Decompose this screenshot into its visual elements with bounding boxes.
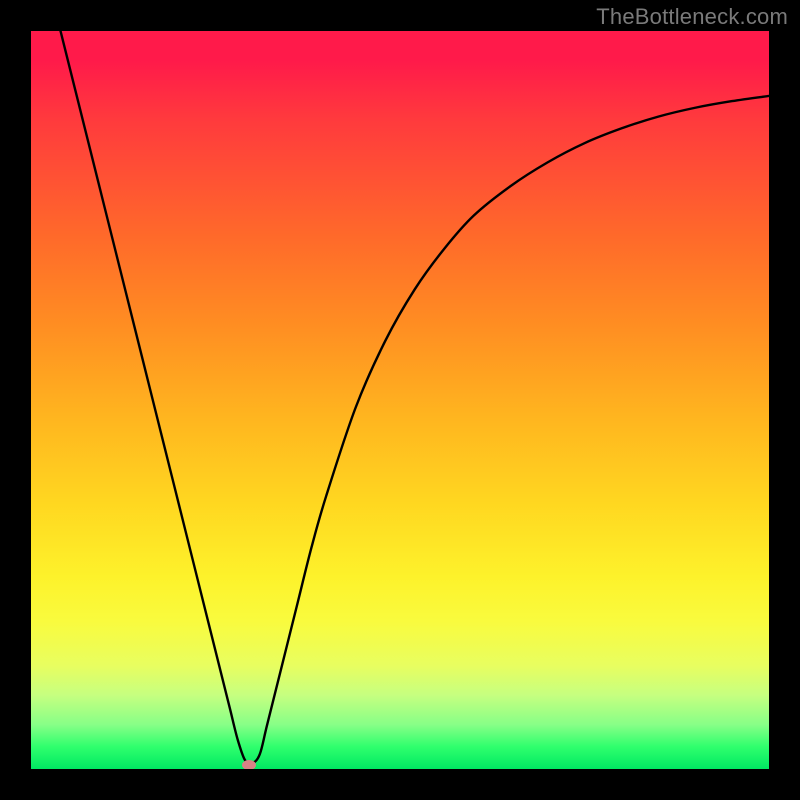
attribution-label: TheBottleneck.com (596, 4, 788, 30)
optimum-marker (242, 760, 256, 769)
bottleneck-curve (31, 31, 769, 769)
chart-frame: TheBottleneck.com (0, 0, 800, 800)
plot-area (31, 31, 769, 769)
